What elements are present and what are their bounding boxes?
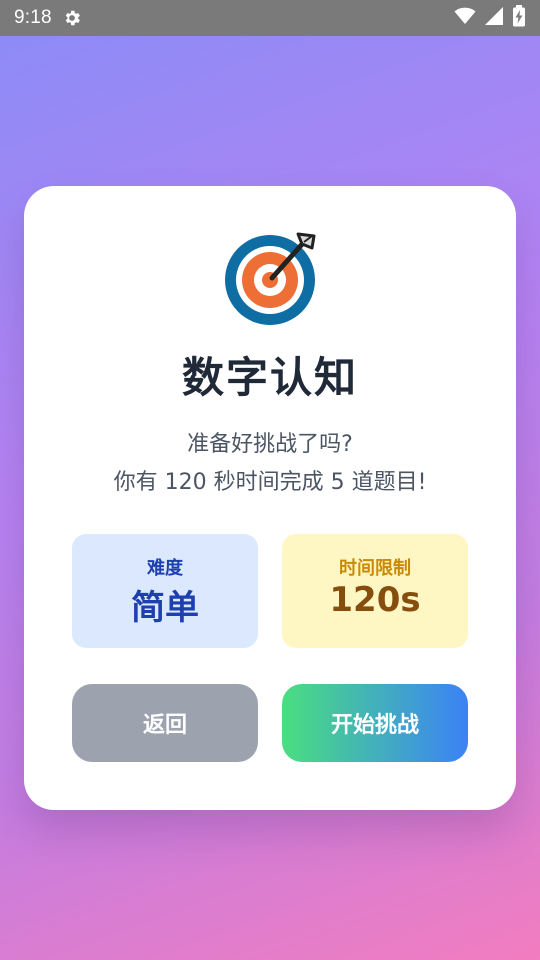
start-challenge-button[interactable]: 开始挑战: [282, 684, 468, 762]
subtitle-question: 准备好挑战了吗?: [187, 432, 353, 457]
subtitle-instructions: 你有 120 秒时间完成 5 道题目!: [113, 470, 427, 495]
battery-charging-icon: [512, 5, 526, 31]
difficulty-label: 难度: [147, 558, 183, 579]
status-bar: 9:18: [0, 0, 540, 36]
wifi-icon: [454, 7, 476, 29]
target-dart-icon: [224, 226, 320, 326]
time-limit-box: 时间限制 120s: [282, 534, 468, 648]
app-screen: 9:18 数字认知 准备好挑战了吗? 你有 120 秒时间完成 5 道题目! 难…: [0, 0, 540, 960]
signal-icon: [484, 6, 504, 30]
difficulty-value: 简单: [131, 588, 199, 628]
settings-gear-icon: [62, 8, 82, 28]
difficulty-box: 难度 简单: [72, 534, 258, 648]
challenge-card: 数字认知 准备好挑战了吗? 你有 120 秒时间完成 5 道题目! 难度 简单 …: [24, 186, 516, 810]
back-button[interactable]: 返回: [72, 684, 258, 762]
time-limit-value: 120s: [329, 580, 421, 620]
time-limit-label: 时间限制: [339, 558, 411, 579]
page-title: 数字认知: [181, 353, 358, 402]
status-time: 9:18: [14, 7, 52, 28]
status-icons: [454, 5, 526, 31]
